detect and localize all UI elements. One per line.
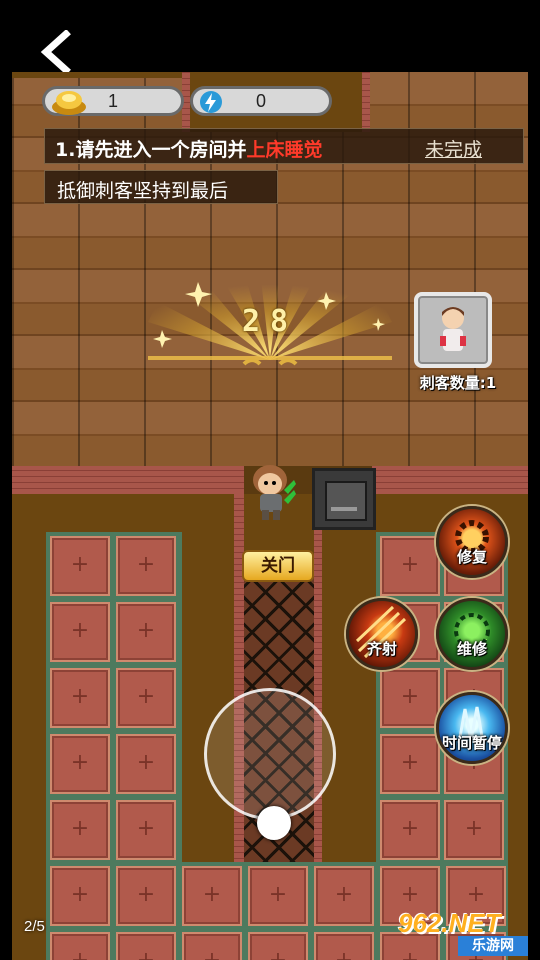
door[interactable] [312,468,376,530]
floor-tile[interactable] [116,866,176,926]
volley-skill-button[interactable]: 齐射 [346,598,418,670]
wall-vertical-right [314,494,322,864]
maintain-skill-button[interactable]: 维修 [436,598,508,670]
floor-tile[interactable] [380,734,440,794]
page-indicator: 2/5 [24,918,45,935]
floor-tile[interactable] [182,866,242,926]
chevron-left-icon [40,29,71,75]
floor-tile[interactable] [314,866,374,926]
game-stage[interactable]: 关门 28 [12,72,528,960]
floor-tile[interactable] [116,536,176,596]
subtask-banner: 抵御刺客坚持到最后 [44,170,278,204]
joystick-knob[interactable] [257,806,291,840]
wall-horizontal-left [12,466,244,494]
countdown-number: 28 [241,304,299,339]
floor-tile[interactable] [50,800,110,860]
time-pause-skill-button[interactable]: 时间暂停 [436,692,508,764]
wall-segment [362,72,370,132]
floor-tile[interactable] [182,932,242,960]
floor-tile[interactable] [380,668,440,728]
task-highlight: 上床睡觉 [246,139,323,161]
floor-tile[interactable] [248,866,308,926]
wall-horizontal-right [372,466,528,494]
floor-tile[interactable] [50,602,110,662]
task-status-link[interactable]: 未完成 [425,135,482,162]
floor-tile[interactable] [380,800,440,860]
floor-tile[interactable] [248,932,308,960]
floor-tile[interactable] [116,734,176,794]
repair-upgrade-skill-button[interactable]: 修复 [436,506,508,578]
task-banner: 1.请先进入一个房间并上床睡觉 未完成 [44,128,524,164]
watermark-brand: 962.NET [398,908,501,938]
floor-tile[interactable] [314,932,374,960]
floor-tile[interactable] [50,668,110,728]
energy-counter: 0 [190,86,332,116]
floor-tile[interactable] [50,866,110,926]
watermark-sub: 乐游网 [458,936,528,956]
floor-tile[interactable] [50,932,110,960]
floor-tile[interactable] [116,932,176,960]
floor-tile[interactable] [116,800,176,860]
task-text: 1.请先进入一个房间并上床睡觉 [55,139,323,161]
floor-tile[interactable] [50,734,110,794]
player-character[interactable] [248,460,298,526]
gold-counter: 1 [42,86,184,116]
back-button[interactable] [36,29,80,75]
floor-tile[interactable] [444,800,504,860]
assassin-portrait[interactable] [414,292,492,368]
assassin-icon [440,307,466,351]
floor-tile[interactable] [116,602,176,662]
virtual-joystick[interactable] [204,688,336,820]
countdown-burst: 28 [148,252,392,372]
floor-tile[interactable] [50,536,110,596]
floor-tile[interactable] [116,668,176,728]
subtask-text: 抵御刺客坚持到最后 [57,180,229,202]
watermark-logo: 962.NET 乐游网 [398,908,532,956]
assassin-count-label: 刺客数量:1 [419,374,497,392]
floor-tile[interactable] [380,536,440,596]
close-door-button[interactable]: 关门 [242,550,314,582]
